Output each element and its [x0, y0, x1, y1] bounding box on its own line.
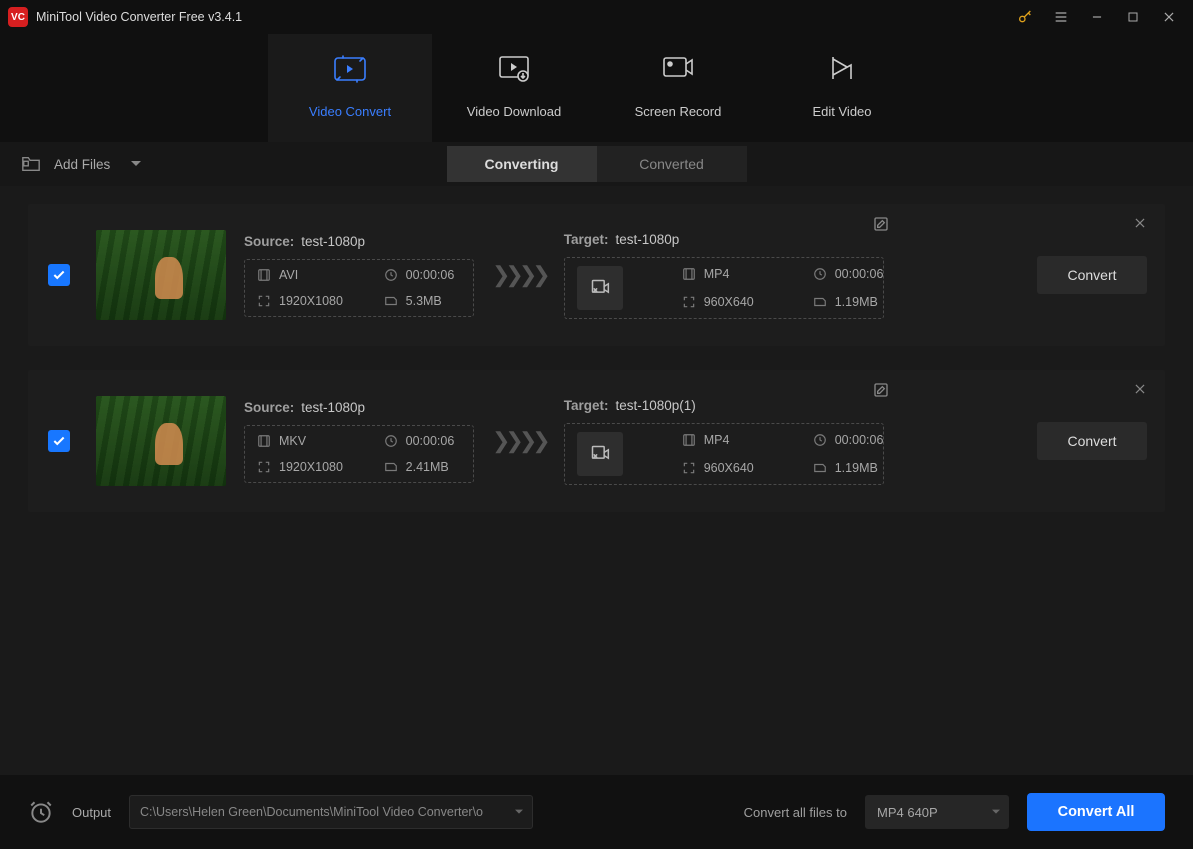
arrow-icon: ❯❯❯❯: [492, 428, 546, 454]
source-block: Source: test-1080p MKV 00:00:06 1920X1080…: [244, 400, 474, 483]
add-files-button[interactable]: Add Files: [12, 150, 150, 178]
target-name: test-1080p(1): [616, 398, 696, 413]
add-files-label: Add Files: [54, 157, 110, 172]
target-resolution: 960X640: [704, 461, 754, 475]
target-block: Target: test-1080p(1) MP4 00:00:06 960X64…: [564, 398, 884, 485]
target-name: test-1080p: [616, 232, 680, 247]
source-duration: 00:00:06: [406, 268, 455, 282]
task-list: Source: test-1080p AVI 00:00:06 1920X1080…: [0, 186, 1193, 512]
tab-edit-video[interactable]: Edit Video: [760, 34, 924, 142]
target-details: MP4 00:00:06 960X640 1.19MB: [564, 257, 884, 319]
key-icon[interactable]: [1007, 1, 1043, 33]
convert-button[interactable]: Convert: [1037, 422, 1147, 460]
source-label: Source:: [244, 234, 294, 249]
output-label: Output: [72, 805, 111, 820]
chevron-down-icon[interactable]: [130, 159, 142, 169]
source-name: test-1080p: [301, 234, 365, 249]
video-download-icon: [497, 52, 531, 86]
chevron-down-icon: [991, 808, 1001, 816]
source-label: Source:: [244, 400, 294, 415]
source-details: MKV 00:00:06 1920X1080 2.41MB: [244, 425, 474, 483]
nav-label: Video Convert: [309, 104, 391, 119]
task-row: Source: test-1080p MKV 00:00:06 1920X1080…: [28, 370, 1165, 512]
convert-all-button[interactable]: Convert All: [1027, 793, 1165, 831]
edit-icon[interactable]: [873, 216, 889, 232]
arrow-icon: ❯❯❯❯: [492, 262, 546, 288]
nav-label: Screen Record: [635, 104, 722, 119]
target-label: Target:: [564, 232, 609, 247]
edit-icon[interactable]: [873, 382, 889, 398]
convert-all-label: Convert all files to: [744, 805, 847, 820]
row-checkbox[interactable]: [48, 264, 70, 286]
task-row: Source: test-1080p AVI 00:00:06 1920X1080…: [28, 204, 1165, 346]
source-resolution: 1920X1080: [279, 294, 343, 308]
segment-converted[interactable]: Converted: [597, 146, 747, 182]
output-preset-dropdown[interactable]: MP4 640P: [865, 795, 1009, 829]
app-title: MiniTool Video Converter Free v3.4.1: [36, 10, 242, 24]
edit-video-icon: [825, 52, 859, 86]
target-format: MP4: [704, 433, 730, 447]
main-nav: Video Convert Video Download Screen Reco…: [0, 34, 1193, 142]
source-details: AVI 00:00:06 1920X1080 5.3MB: [244, 259, 474, 317]
format-settings-button[interactable]: [577, 266, 623, 310]
source-format: MKV: [279, 434, 306, 448]
footer: Output C:\Users\Helen Green\Documents\Mi…: [0, 775, 1193, 849]
preset-value: MP4 640P: [877, 805, 938, 820]
video-convert-icon: [333, 52, 367, 86]
output-path-value: C:\Users\Helen Green\Documents\MiniTool …: [140, 805, 483, 819]
row-checkbox[interactable]: [48, 430, 70, 452]
maximize-icon[interactable]: [1115, 1, 1151, 33]
target-duration: 00:00:06: [835, 433, 884, 447]
convert-button[interactable]: Convert: [1037, 256, 1147, 294]
titlebar: VC MiniTool Video Converter Free v3.4.1: [0, 0, 1193, 34]
source-format: AVI: [279, 268, 298, 282]
source-size: 5.3MB: [406, 294, 442, 308]
video-thumbnail[interactable]: [96, 396, 226, 486]
schedule-icon[interactable]: [28, 799, 54, 825]
status-segment: Converting Converted: [447, 146, 747, 182]
chevron-down-icon: [514, 808, 524, 816]
subbar: Add Files Converting Converted: [0, 142, 1193, 186]
source-size: 2.41MB: [406, 460, 449, 474]
source-block: Source: test-1080p AVI 00:00:06 1920X1080…: [244, 234, 474, 317]
nav-label: Edit Video: [812, 104, 871, 119]
source-resolution: 1920X1080: [279, 460, 343, 474]
remove-row-icon[interactable]: [1133, 382, 1147, 396]
video-thumbnail[interactable]: [96, 230, 226, 320]
target-duration: 00:00:06: [835, 267, 884, 281]
tab-screen-record[interactable]: Screen Record: [596, 34, 760, 142]
source-duration: 00:00:06: [406, 434, 455, 448]
target-format: MP4: [704, 267, 730, 281]
target-size: 1.19MB: [835, 295, 878, 309]
screen-record-icon: [661, 52, 695, 86]
source-name: test-1080p: [301, 400, 365, 415]
nav-label: Video Download: [467, 104, 561, 119]
app-logo: VC: [8, 7, 28, 27]
minimize-icon[interactable]: [1079, 1, 1115, 33]
target-block: Target: test-1080p MP4 00:00:06 960X640 1…: [564, 232, 884, 319]
target-label: Target:: [564, 398, 609, 413]
target-resolution: 960X640: [704, 295, 754, 309]
target-details: MP4 00:00:06 960X640 1.19MB: [564, 423, 884, 485]
format-settings-button[interactable]: [577, 432, 623, 476]
tab-video-download[interactable]: Video Download: [432, 34, 596, 142]
remove-row-icon[interactable]: [1133, 216, 1147, 230]
target-size: 1.19MB: [835, 461, 878, 475]
output-path-dropdown[interactable]: C:\Users\Helen Green\Documents\MiniTool …: [129, 795, 533, 829]
menu-icon[interactable]: [1043, 1, 1079, 33]
close-icon[interactable]: [1151, 1, 1187, 33]
segment-converting[interactable]: Converting: [447, 146, 597, 182]
tab-video-convert[interactable]: Video Convert: [268, 34, 432, 142]
